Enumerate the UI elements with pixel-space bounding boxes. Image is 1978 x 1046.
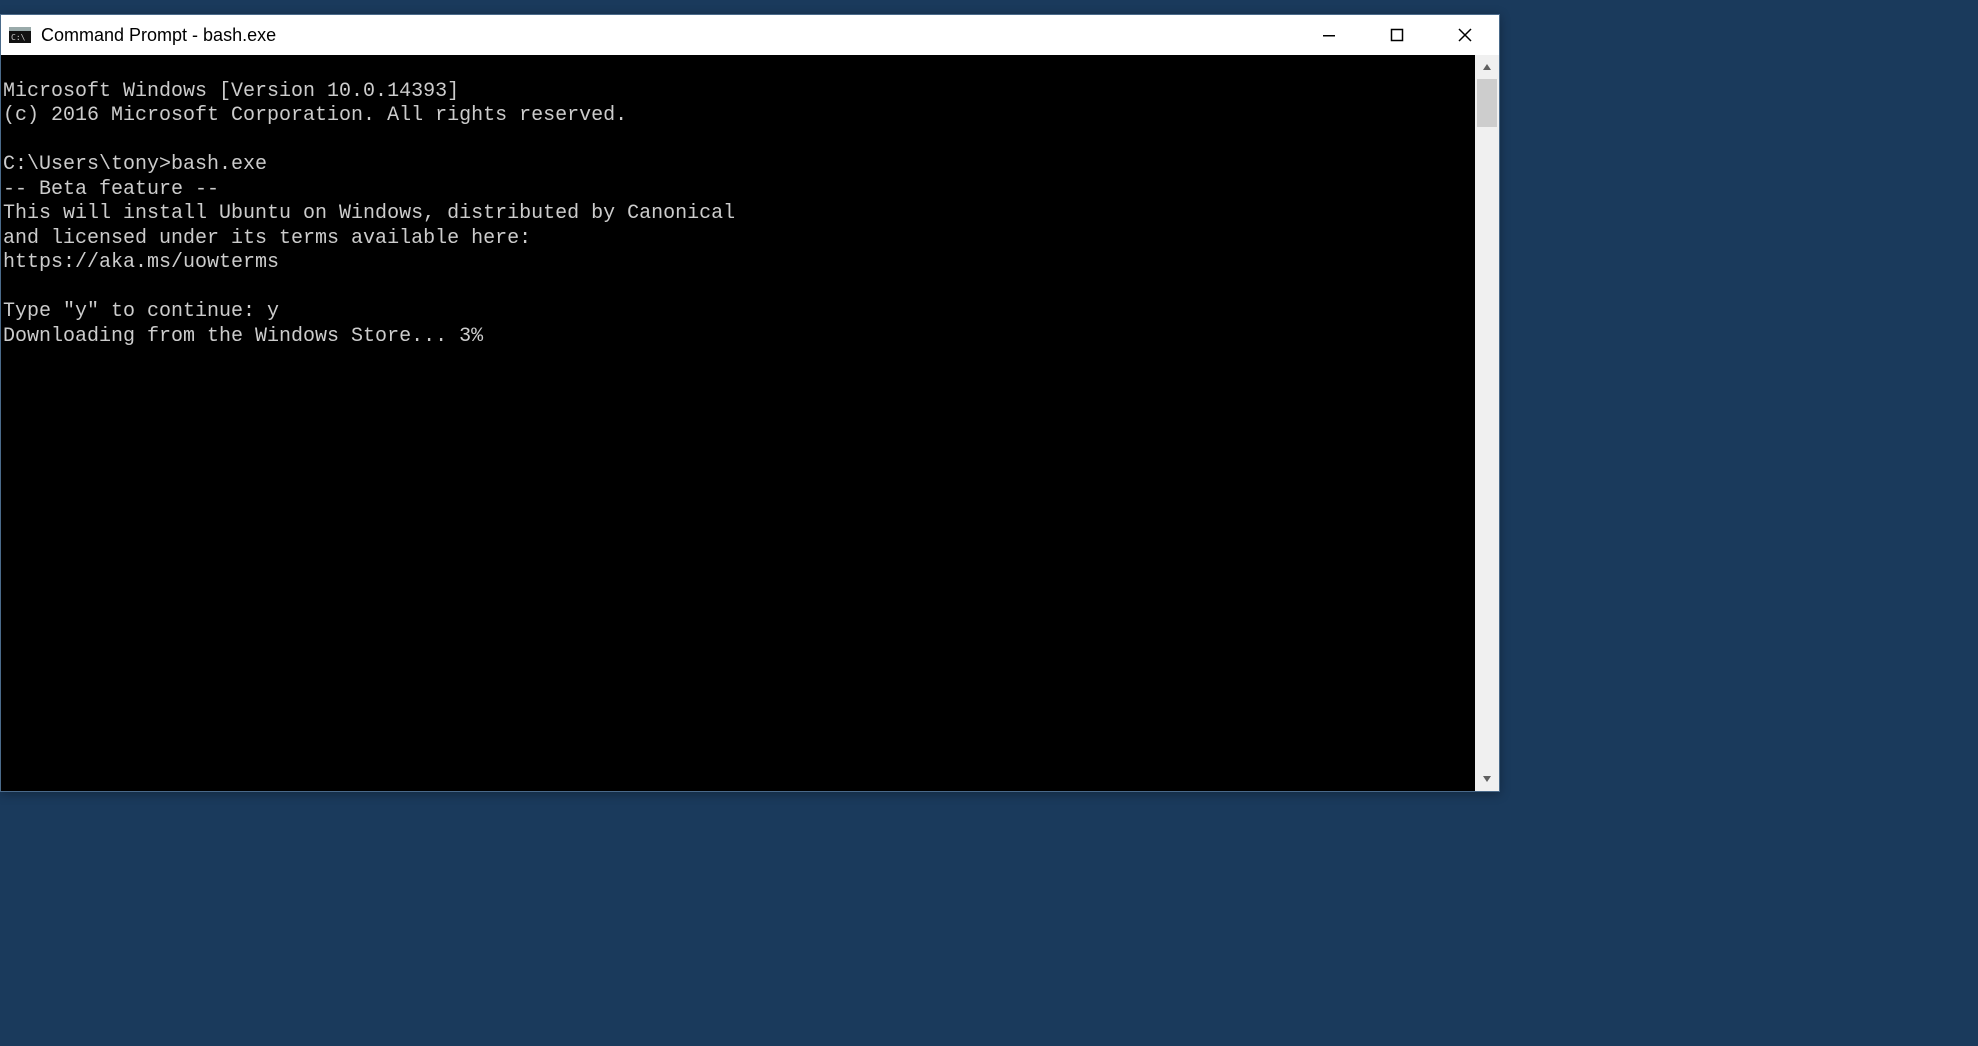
svg-text:C:\: C:\	[11, 33, 26, 42]
titlebar[interactable]: C:\ Command Prompt - bash.exe	[1, 15, 1499, 55]
terminal-line: -- Beta feature --	[3, 178, 219, 201]
scroll-thumb[interactable]	[1477, 79, 1497, 127]
client-area: Microsoft Windows [Version 10.0.14393] (…	[1, 55, 1499, 791]
titlebar-left: C:\ Command Prompt - bash.exe	[9, 24, 276, 46]
terminal-line: Type "y" to continue: y	[3, 300, 279, 323]
vertical-scrollbar[interactable]	[1475, 55, 1499, 791]
terminal-line: (c) 2016 Microsoft Corporation. All righ…	[3, 104, 627, 127]
scroll-track[interactable]	[1475, 79, 1499, 767]
minimize-button[interactable]	[1295, 15, 1363, 55]
terminal-line: https://aka.ms/uowterms	[3, 251, 279, 274]
command-prompt-window: C:\ Command Prompt - bash.exe Microsoft …	[0, 14, 1500, 792]
window-controls	[1295, 15, 1499, 55]
window-title: Command Prompt - bash.exe	[41, 25, 276, 46]
terminal-line: Downloading from the Windows Store... 3%	[3, 325, 483, 348]
terminal-line: Microsoft Windows [Version 10.0.14393]	[3, 80, 459, 103]
close-button[interactable]	[1431, 15, 1499, 55]
terminal-line: This will install Ubuntu on Windows, dis…	[3, 202, 735, 225]
terminal-line: C:\Users\tony>bash.exe	[3, 153, 267, 176]
command-prompt-icon: C:\	[9, 24, 31, 46]
scroll-up-button[interactable]	[1475, 55, 1499, 79]
terminal-output[interactable]: Microsoft Windows [Version 10.0.14393] (…	[1, 55, 1475, 791]
maximize-button[interactable]	[1363, 15, 1431, 55]
terminal-line: and licensed under its terms available h…	[3, 227, 531, 250]
scroll-down-button[interactable]	[1475, 767, 1499, 791]
